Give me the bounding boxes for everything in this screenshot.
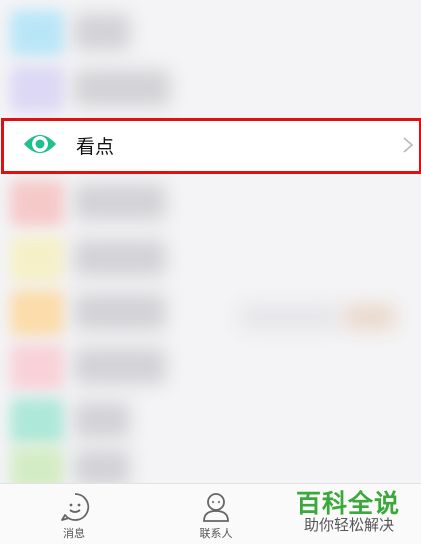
blurred-thumbnail	[345, 306, 395, 328]
blurred-list-item[interactable]	[0, 174, 421, 230]
blurred-avatar	[10, 10, 64, 56]
blurred-list-item[interactable]	[0, 60, 421, 116]
blurred-text	[240, 306, 340, 328]
watermark-slogan: 助你轻松解决	[304, 516, 395, 534]
blurred-avatar	[10, 66, 64, 112]
blurred-text	[74, 348, 166, 384]
blurred-avatar	[10, 180, 64, 226]
blurred-text	[74, 184, 166, 220]
highlight-box	[1, 118, 421, 174]
blurred-list-item[interactable]	[0, 338, 421, 394]
blurred-avatar	[10, 398, 64, 444]
blurred-text	[74, 14, 130, 50]
smiley-chat-icon[interactable]	[59, 491, 91, 523]
blurred-text	[74, 240, 166, 276]
blurred-text	[74, 450, 130, 486]
blurred-list-item[interactable]	[0, 284, 421, 340]
blurred-avatar	[10, 290, 64, 336]
blurred-text	[74, 402, 130, 438]
blurred-avatar	[10, 236, 64, 282]
blurred-text	[74, 294, 166, 330]
blurred-text	[74, 70, 170, 106]
tab-messages-label[interactable]: 消息	[44, 525, 104, 541]
blurred-avatar	[10, 344, 64, 390]
tab-contacts-label[interactable]: 联系人	[186, 525, 246, 541]
blurred-list-item[interactable]	[0, 230, 421, 286]
person-icon[interactable]	[200, 491, 232, 523]
blurred-contact-list	[0, 0, 421, 492]
blurred-list-item[interactable]	[0, 4, 421, 60]
